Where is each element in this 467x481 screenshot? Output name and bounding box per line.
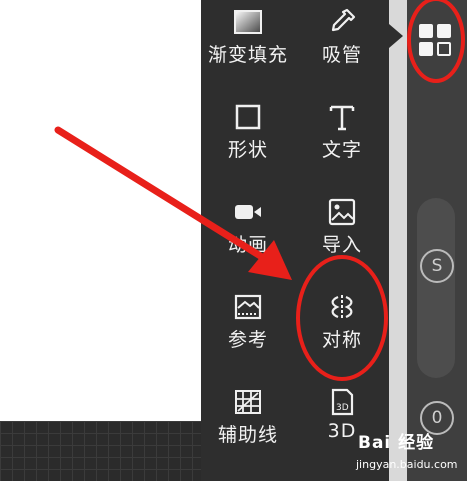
tool-symmetry[interactable]: 对称	[295, 285, 389, 379]
gradient-fill-icon	[230, 4, 266, 40]
tool-gradient-fill[interactable]: 渐变填充	[201, 0, 295, 94]
guides-icon	[230, 384, 266, 420]
drawing-canvas[interactable]	[0, 0, 201, 481]
shape-icon	[230, 99, 266, 135]
symmetry-icon	[324, 289, 360, 325]
tool-eyedropper[interactable]: 吸管	[295, 0, 389, 94]
panel-divider	[389, 0, 407, 481]
svg-text:3D: 3D	[336, 403, 349, 413]
tool-label: 吸管	[321, 44, 362, 66]
panel-pointer	[389, 24, 403, 48]
tool-label: 动画	[227, 234, 268, 256]
tool-label: 辅助线	[217, 424, 278, 446]
eyedropper-icon	[324, 4, 360, 40]
animation-camera-icon	[230, 194, 266, 230]
reference-image-icon	[230, 289, 266, 325]
watermark-url: jingyan.baidu.com	[356, 458, 458, 471]
watermark: Bai 经验 jingyan.baidu.com	[350, 422, 466, 480]
size-slider[interactable]	[417, 198, 455, 378]
tool-text[interactable]: 文字	[295, 95, 389, 189]
tool-animation[interactable]: 动画	[201, 190, 295, 284]
tool-guides[interactable]: 辅助线	[201, 380, 295, 474]
tool-shape[interactable]: 形状	[201, 95, 295, 189]
tool-label: 渐变填充	[207, 44, 288, 66]
tool-panel-toggle-button[interactable]	[413, 18, 457, 62]
tool-label: 参考	[227, 329, 268, 351]
tool-import[interactable]: 导入	[295, 190, 389, 284]
import-image-icon	[324, 194, 360, 230]
tool-label: 形状	[227, 139, 268, 161]
text-icon	[324, 99, 360, 135]
size-button[interactable]: S	[420, 249, 454, 283]
tool-panel: 渐变填充 吸管 形状 文字 动画 导入 参考 对称 辅助线 3D 3D	[201, 0, 389, 481]
3d-file-icon: 3D	[324, 384, 360, 420]
tool-label: 导入	[321, 234, 362, 256]
watermark-brand: Bai 经验	[358, 433, 435, 453]
canvas-grid	[0, 421, 201, 481]
tool-label: 对称	[321, 329, 362, 351]
tool-reference[interactable]: 参考	[201, 285, 295, 379]
tool-label: 文字	[321, 139, 362, 161]
grid-icon	[419, 24, 451, 56]
